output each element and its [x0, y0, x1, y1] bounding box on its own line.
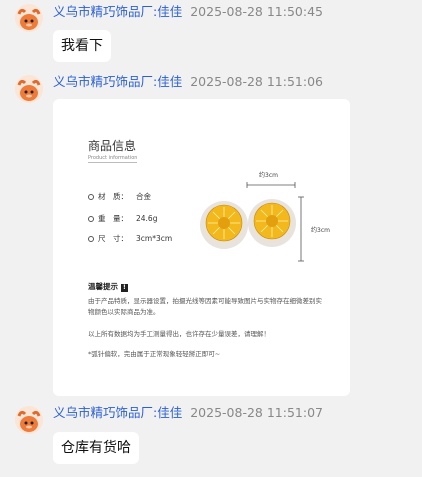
timestamp: 2025-08-28 11:51:07	[190, 405, 323, 420]
exclamation-icon: !	[121, 284, 128, 292]
height-dimension-label: 约3cm	[311, 227, 330, 234]
sender-name[interactable]: 义乌市精巧饰品厂:佳佳	[53, 74, 182, 89]
product-info-title: 商品信息	[88, 139, 137, 153]
product-info-subtitle: Product information	[88, 155, 138, 163]
notice-note: *弧针偏软，完由属于正常现象轻轻掰正即可~	[88, 350, 221, 358]
width-dimension-label: 约3cm	[259, 172, 278, 179]
notice-title: 温馨提示!	[88, 282, 128, 292]
timestamp: 2025-08-28 11:50:45	[190, 4, 323, 19]
avatar[interactable]	[15, 406, 43, 434]
message-bubble[interactable]: 我看下	[53, 30, 111, 62]
message-bubble[interactable]: 仓库有货哈	[53, 432, 139, 464]
timestamp: 2025-08-28 11:51:06	[190, 74, 323, 89]
message-meta: 义乌市精巧饰品厂:佳佳 2025-08-28 11:51:06	[53, 73, 323, 91]
bullet-icon	[88, 194, 94, 200]
avatar[interactable]	[15, 75, 43, 103]
spec-material: 材 质： 合金	[88, 191, 151, 202]
notice-note: 由于产品特质，显示器设置，拍摄光线等因素可能导致图片与实物存在细微差别实物颜色以…	[88, 297, 322, 316]
cartoon-avatar-icon	[15, 406, 43, 434]
sender-name[interactable]: 义乌市精巧饰品厂:佳佳	[53, 4, 182, 19]
bullet-icon	[88, 216, 94, 222]
message-meta: 义乌市精巧饰品厂:佳佳 2025-08-28 11:51:07	[53, 404, 323, 422]
avatar[interactable]	[15, 4, 43, 32]
earring-product-photo	[200, 182, 304, 262]
notice-note: 以上所有数据均为手工测量得出，也许存在少量误差，请理解！	[88, 330, 270, 338]
message-meta: 义乌市精巧饰品厂:佳佳 2025-08-28 11:50:45	[53, 3, 323, 21]
spec-weight: 重 量： 24.6g	[88, 213, 157, 224]
spec-size: 尺 寸： 3cm*3cm	[88, 233, 172, 244]
cartoon-avatar-icon	[15, 75, 43, 103]
bullet-icon	[88, 236, 94, 242]
product-image-message[interactable]: 商品信息 Product information 材 质： 合金 重 量： 24.6…	[53, 99, 350, 396]
cartoon-avatar-icon	[15, 4, 43, 32]
sender-name[interactable]: 义乌市精巧饰品厂:佳佳	[53, 405, 182, 420]
